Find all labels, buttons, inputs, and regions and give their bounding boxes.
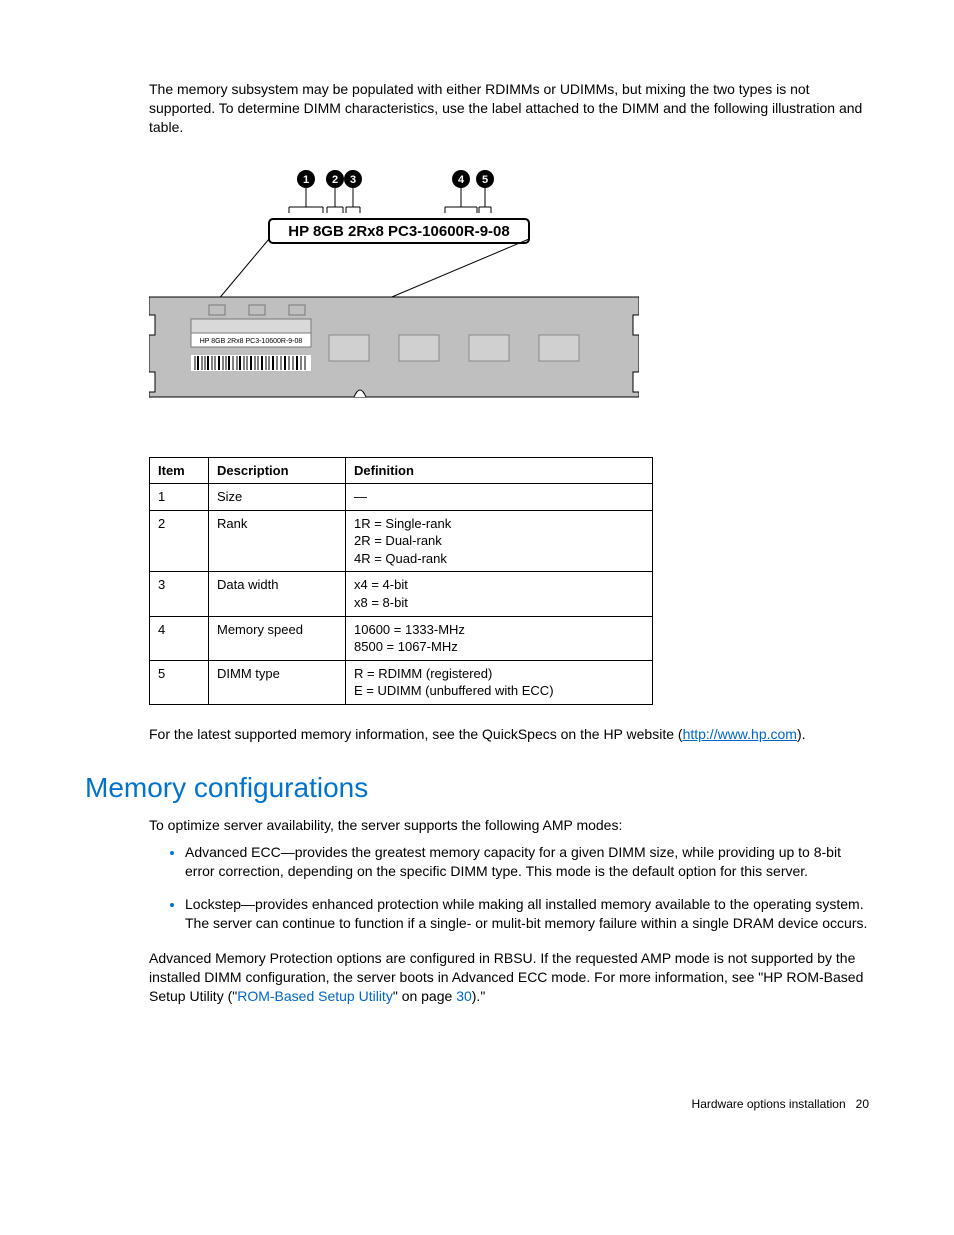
table-row: 5 DIMM type R = RDIMM (registered) E = U…: [150, 660, 653, 704]
callout-3: 3: [350, 174, 356, 186]
amp-bullets: Advanced ECC—provides the greatest memor…: [149, 843, 869, 933]
cell: x4 = 4-bit x8 = 8-bit: [346, 572, 653, 616]
crossref-page[interactable]: 30: [456, 988, 472, 1004]
cell: —: [346, 484, 653, 511]
cell: Memory speed: [209, 616, 346, 660]
list-item: Advanced ECC—provides the greatest memor…: [185, 843, 869, 881]
cell: 1R = Single-rank 2R = Dual-rank 4R = Qua…: [346, 510, 653, 572]
dimm-table: Item Description Definition 1 Size — 2 R…: [149, 457, 653, 705]
cell: 3: [150, 572, 209, 616]
table-row: 4 Memory speed 10600 = 1333-MHz 8500 = 1…: [150, 616, 653, 660]
callout-5: 5: [482, 174, 488, 186]
th-desc: Description: [209, 457, 346, 484]
dimm-label-large: HP 8GB 2Rx8 PC3-10600R-9-08: [288, 223, 510, 240]
section-heading: Memory configurations: [85, 769, 869, 807]
callout-1: 1: [303, 174, 309, 186]
cell: 1: [150, 484, 209, 511]
table-row: 1 Size —: [150, 484, 653, 511]
dimm-label-small: HP 8GB 2Rx8 PC3-10600R-9-08: [200, 338, 303, 345]
cell: DIMM type: [209, 660, 346, 704]
intro-paragraph: The memory subsystem may be populated wi…: [149, 80, 869, 137]
cell: R = RDIMM (registered) E = UDIMM (unbuff…: [346, 660, 653, 704]
cell: 2: [150, 510, 209, 572]
page-footer: Hardware options installation 20: [85, 1096, 869, 1112]
cell: 4: [150, 616, 209, 660]
callout-2: 2: [332, 174, 338, 186]
footer-text: Hardware options installation: [692, 1097, 846, 1111]
text: For the latest supported memory informat…: [149, 726, 683, 742]
text: " on page: [393, 988, 456, 1004]
table-row: 2 Rank 1R = Single-rank 2R = Dual-rank 4…: [150, 510, 653, 572]
cell: Data width: [209, 572, 346, 616]
cell: 10600 = 1333-MHz 8500 = 1067-MHz: [346, 616, 653, 660]
footer-page-number: 20: [856, 1097, 869, 1111]
amp-intro: To optimize server availability, the ser…: [149, 816, 869, 835]
text: ).: [797, 726, 806, 742]
quickspecs-paragraph: For the latest supported memory informat…: [149, 725, 869, 744]
cell: Size: [209, 484, 346, 511]
crossref-rbsu[interactable]: ROM-Based Setup Utility: [237, 988, 393, 1004]
amp-outro: Advanced Memory Protection options are c…: [149, 949, 869, 1006]
th-item: Item: [150, 457, 209, 484]
hp-link[interactable]: http://www.hp.com: [683, 726, 797, 742]
list-item: Lockstep—provides enhanced protection wh…: [185, 895, 869, 933]
th-def: Definition: [346, 457, 653, 484]
callout-4: 4: [458, 174, 465, 186]
dimm-diagram: 1 2 3 4 5 HP 8GB 2Rx8 PC3-10600R-9-08: [149, 167, 869, 417]
cell: Rank: [209, 510, 346, 572]
cell: 5: [150, 660, 209, 704]
text: ).": [472, 988, 486, 1004]
table-row: 3 Data width x4 = 4-bit x8 = 8-bit: [150, 572, 653, 616]
